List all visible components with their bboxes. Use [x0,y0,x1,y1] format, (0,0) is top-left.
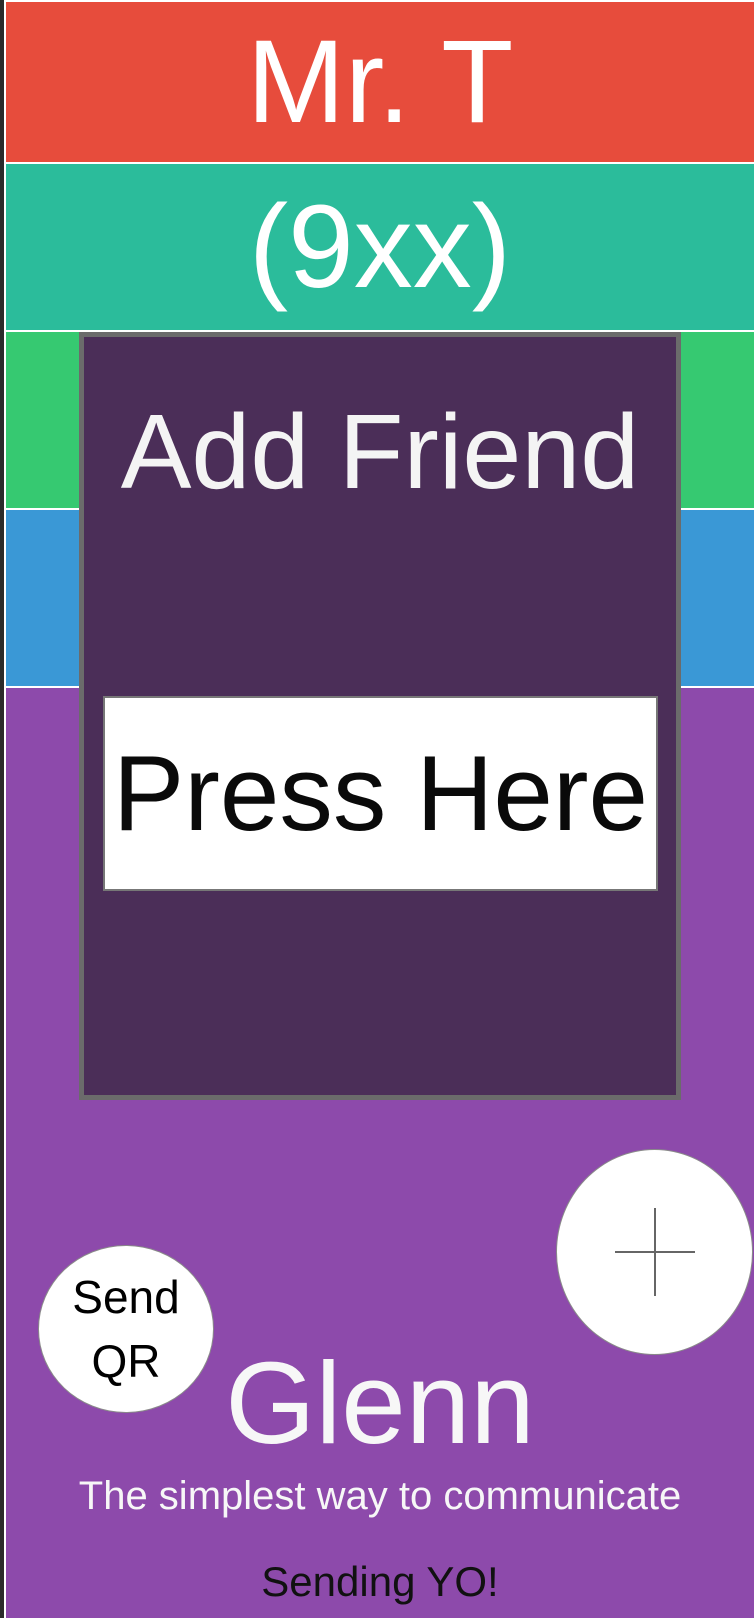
plus-icon [614,1208,695,1296]
contact-code-band[interactable]: (9xx) [6,164,754,330]
contact-code: (9xx) [248,181,512,313]
status-text: Sending YO! [261,1558,499,1605]
user-name: Glenn [225,1338,535,1468]
add-button[interactable] [556,1149,753,1355]
contact-name-band[interactable]: Mr. T [6,2,754,162]
send-qr-label-line1: Send [72,1270,180,1323]
add-friend-dialog: Add Friend Press Here [79,332,681,1100]
tagline: The simplest way to communicate [78,1474,682,1518]
press-here-button[interactable]: Press Here [103,696,658,891]
contact-name: Mr. T [246,16,514,148]
dialog-title: Add Friend [120,393,640,511]
